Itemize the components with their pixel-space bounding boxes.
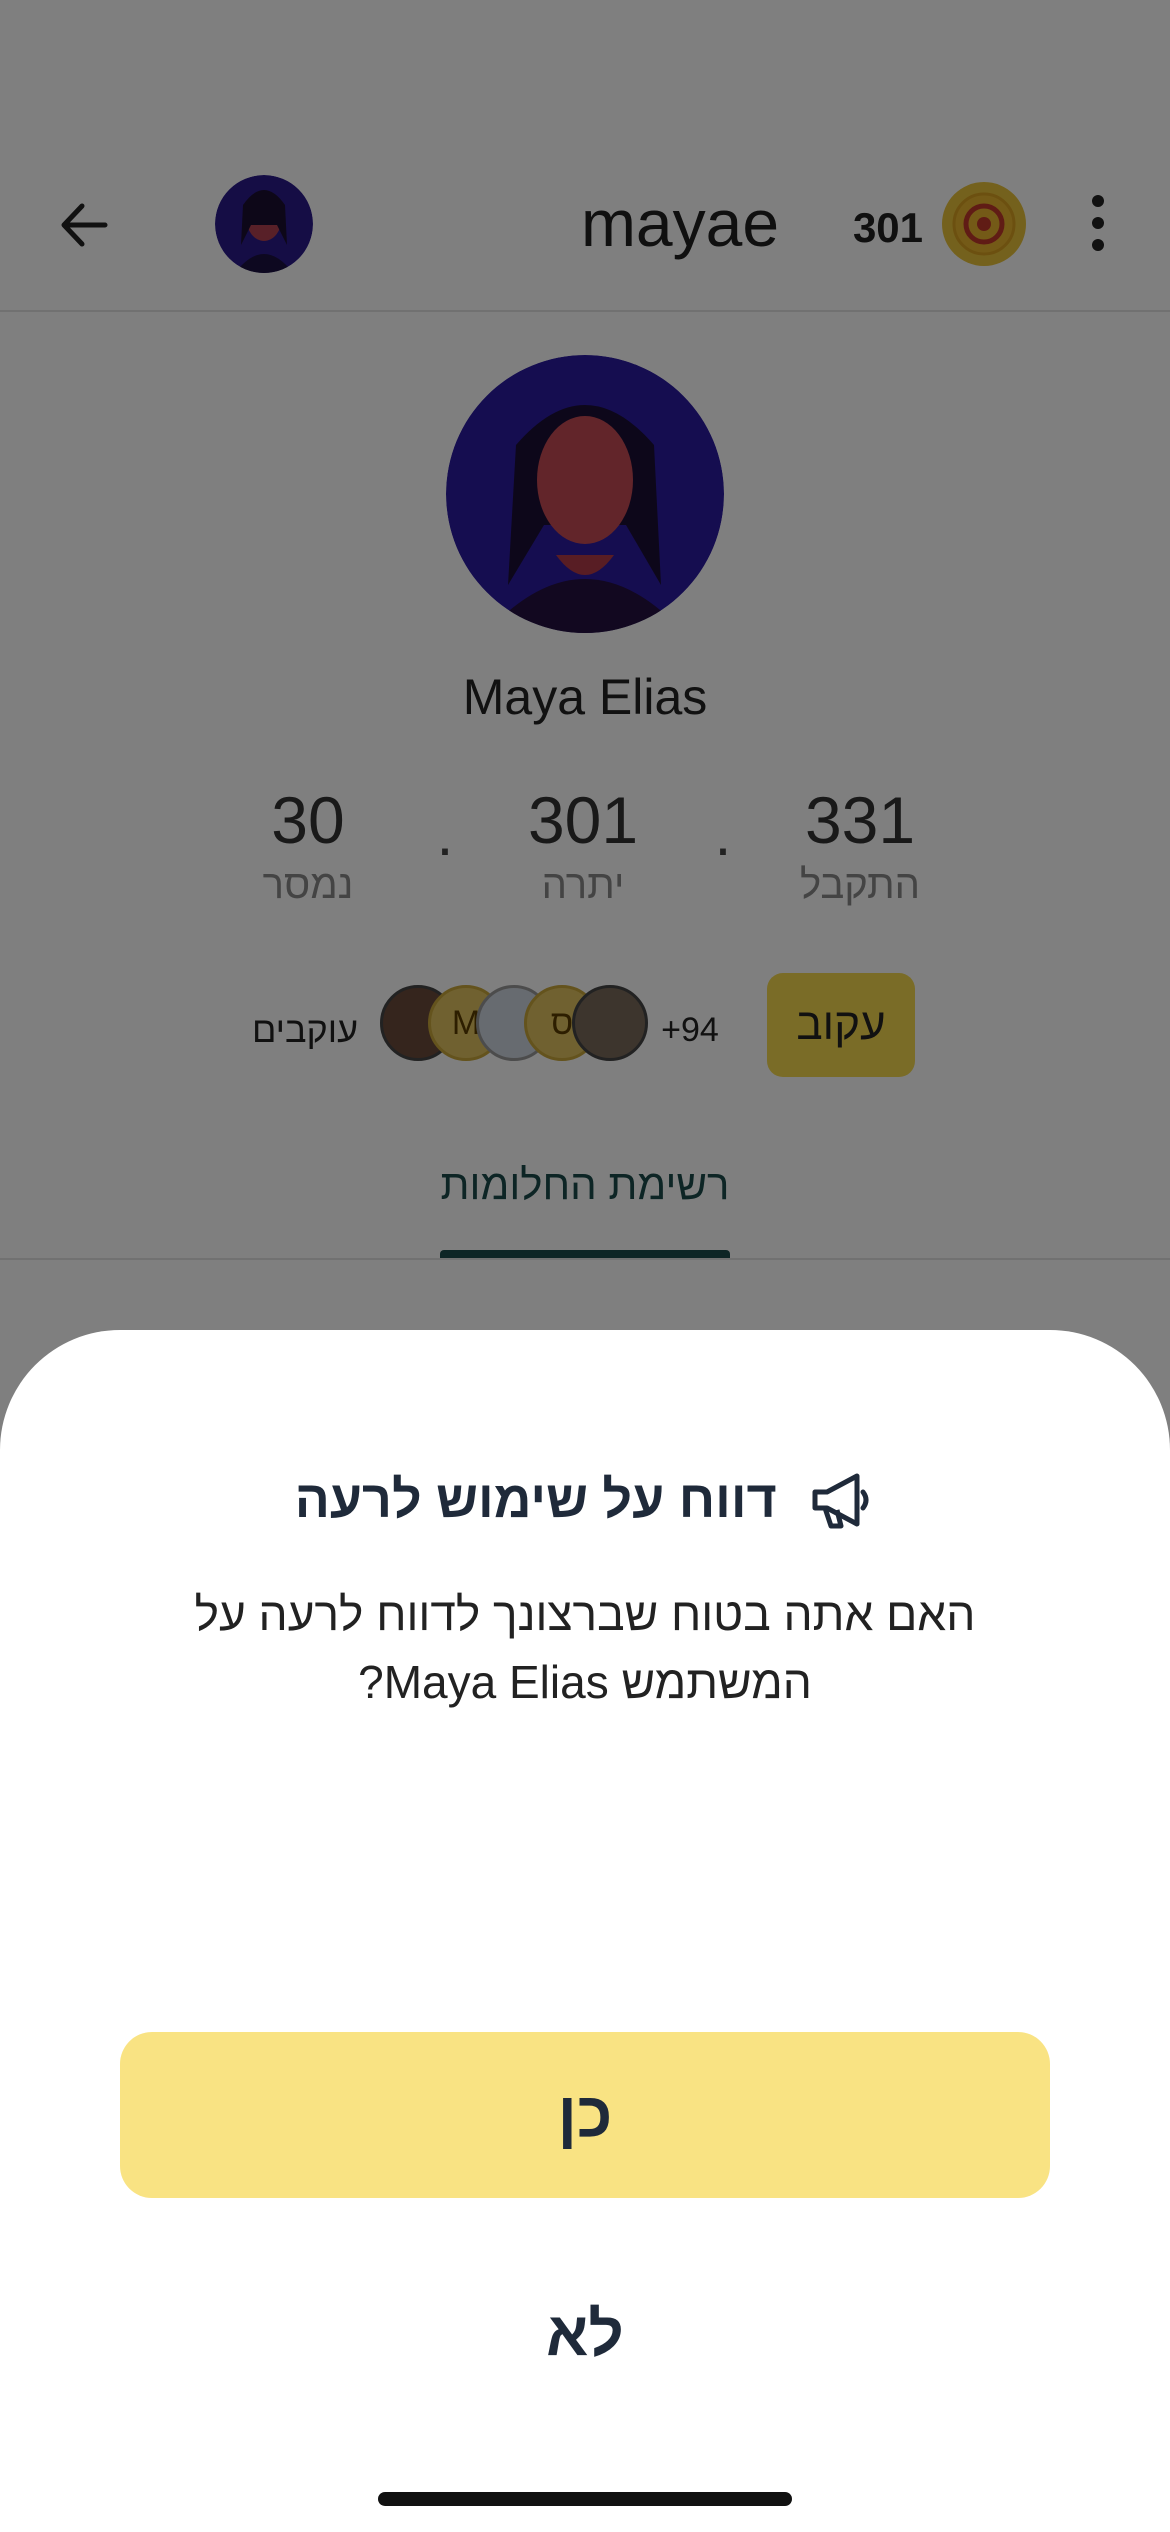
report-abuse-sheet: דווח על שימוש לרעה האם אתה בטוח שברצונך …	[0, 1330, 1170, 2532]
megaphone-icon	[807, 1466, 875, 1534]
home-indicator	[378, 2492, 792, 2506]
sheet-title: דווח על שימוש לרעה	[294, 1471, 777, 1529]
confirm-yes-button[interactable]: כן	[120, 2032, 1050, 2198]
profile-page: mayae 301 Maya Elias 331 התקבל . 301	[0, 0, 1170, 2532]
sheet-message: האם אתה בטוח שברצונך לדווח לרעה על המשתמ…	[194, 1588, 976, 1708]
confirm-no-button[interactable]: לא	[485, 2280, 685, 2390]
sheet-title-row: דווח על שימוש לרעה	[0, 1450, 1170, 1550]
